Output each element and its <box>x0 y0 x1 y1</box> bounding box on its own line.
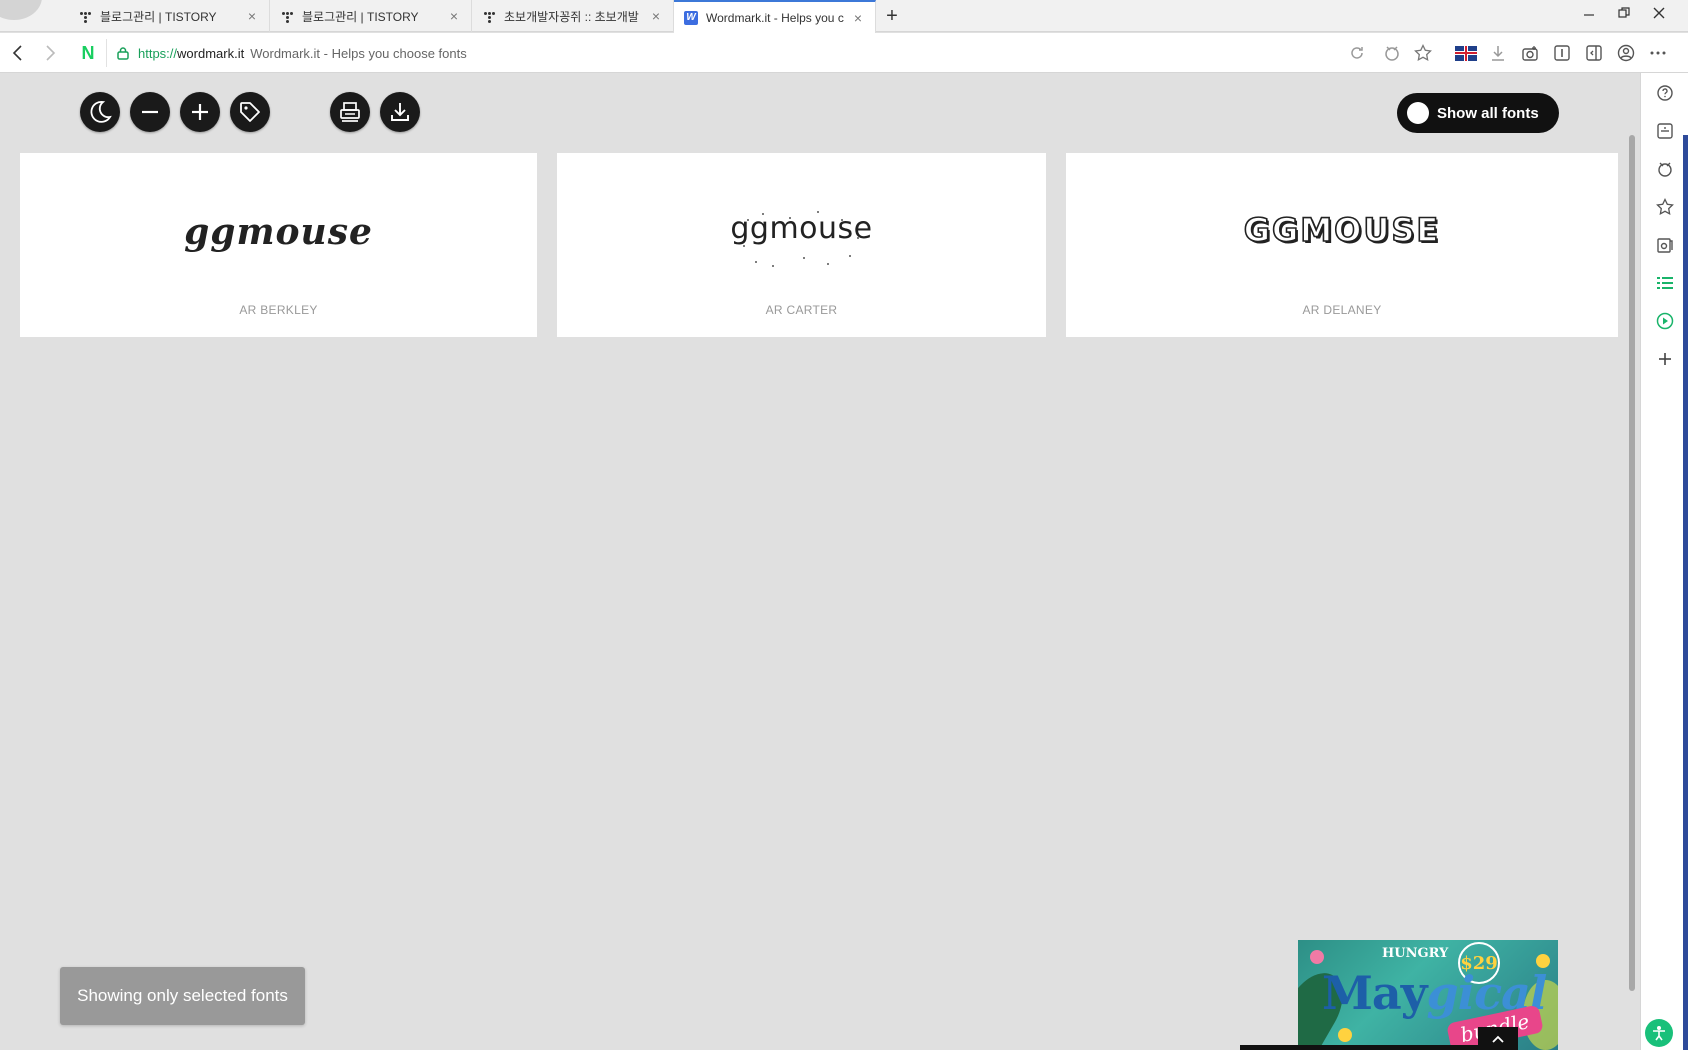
divider <box>106 39 107 67</box>
ad-footer-bar <box>1240 1045 1510 1050</box>
url-scheme: https:// <box>138 45 178 61</box>
close-window-icon[interactable] <box>1642 0 1676 26</box>
translate-flag-icon[interactable] <box>1455 42 1477 64</box>
url-field[interactable]: https:// wordmark.it Wordmark.it - Helps… <box>116 43 467 63</box>
ad-banner[interactable]: HUNGRY $29 Maygical bundle <box>1298 940 1558 1050</box>
tab-tistory-2[interactable]: 블로그관리 | TISTORY × <box>270 0 472 32</box>
lock-icon <box>117 47 129 60</box>
plus-icon <box>192 104 208 120</box>
reload-icon[interactable] <box>1346 42 1368 64</box>
more-menu-icon[interactable] <box>1647 42 1669 64</box>
account-icon[interactable] <box>1615 42 1637 64</box>
page-scrollbar[interactable] <box>1629 135 1635 991</box>
papago-icon[interactable] <box>1653 119 1677 143</box>
tistory-icon <box>78 9 92 23</box>
toggle-label: Show all fonts <box>1437 104 1539 122</box>
font-card-ar-berkley[interactable]: ggmouse AR BERKLEY <box>20 153 537 337</box>
chevron-up-icon <box>1492 1035 1504 1043</box>
increase-size-button[interactable] <box>180 92 220 132</box>
url-host: wordmark.it <box>177 45 245 61</box>
download-button[interactable] <box>380 92 420 132</box>
forward-icon[interactable] <box>38 41 62 65</box>
tab-close-icon[interactable]: × <box>245 8 259 24</box>
tab-close-icon[interactable]: × <box>851 10 865 26</box>
whale-space-icon[interactable] <box>1653 157 1677 181</box>
show-all-fonts-toggle[interactable]: Show all fonts <box>1397 93 1559 133</box>
tag-button[interactable] <box>230 92 270 132</box>
naver-logo[interactable]: N <box>78 42 98 64</box>
tag-icon <box>240 102 260 122</box>
font-sample: GGMOUSE <box>1243 210 1441 250</box>
split-view-icon[interactable] <box>1583 42 1605 64</box>
tab-title: 초보개발자꽁쥐 :: 초보개발 <box>504 9 639 24</box>
play-icon[interactable] <box>1653 309 1677 333</box>
tistory-icon <box>482 9 496 23</box>
ad-brand: HUNGRY <box>1382 946 1449 961</box>
ad-decoration <box>1310 950 1324 964</box>
tab-strip: 블로그관리 | TISTORY × 블로그관리 | TISTORY × 초보개발… <box>0 0 1688 33</box>
sidebar-edge <box>1683 135 1688 1050</box>
whale-icon[interactable] <box>1381 42 1403 64</box>
tab-tistory-3[interactable]: 초보개발자꽁쥐 :: 초보개발 × <box>472 0 674 32</box>
music-icon[interactable] <box>1653 233 1677 257</box>
tab-close-icon[interactable]: × <box>649 8 663 24</box>
tistory-icon <box>280 9 294 23</box>
font-card-ar-delaney[interactable]: GGMOUSE AR DELANEY <box>1066 153 1618 337</box>
wordmark-icon: W <box>684 10 698 25</box>
ad-decoration <box>1338 1028 1352 1042</box>
dark-mode-button[interactable] <box>80 92 120 132</box>
tab-wordmark[interactable]: W Wordmark.it - Helps you c × <box>674 0 876 33</box>
minus-icon <box>142 110 158 114</box>
font-name: AR DELANEY <box>1302 303 1382 317</box>
tab-title: Wordmark.it - Helps you c <box>706 10 844 25</box>
browser-sidebar <box>1640 73 1688 1050</box>
favorites-icon[interactable] <box>1653 195 1677 219</box>
download-icon <box>391 103 409 121</box>
toggle-knob <box>1407 102 1429 124</box>
font-card-ar-carter[interactable]: ggmouse AR CARTER <box>557 153 1046 337</box>
font-sample: ggmouse <box>184 211 373 253</box>
ad-headline-a: May <box>1322 966 1427 1020</box>
font-name: AR BERKLEY <box>239 303 318 317</box>
download-toolbar-icon[interactable] <box>1487 42 1509 64</box>
capture-icon[interactable] <box>1519 42 1541 64</box>
bookmark-star-icon[interactable] <box>1412 42 1434 64</box>
tab-title: 블로그관리 | TISTORY <box>100 9 217 24</box>
tab-tistory-1[interactable]: 블로그관리 | TISTORY × <box>68 0 270 32</box>
url-page-title: Wordmark.it - Helps you choose fonts <box>250 45 467 61</box>
minimize-icon[interactable] <box>1572 0 1606 26</box>
font-name: AR CARTER <box>765 303 838 317</box>
address-bar: N https:// wordmark.it Wordmark.it - Hel… <box>0 33 1688 73</box>
list-icon[interactable] <box>1653 271 1677 295</box>
print-icon <box>340 102 360 122</box>
reader-mode-icon[interactable] <box>1551 42 1573 64</box>
status-toast: Showing only selected fonts <box>60 967 305 1025</box>
accessibility-icon[interactable] <box>1645 1019 1673 1047</box>
search-help-icon[interactable] <box>1653 81 1677 105</box>
tab-close-icon[interactable]: × <box>447 8 461 24</box>
restore-icon[interactable] <box>1607 0 1641 26</box>
moon-icon <box>90 101 112 123</box>
back-icon[interactable] <box>6 41 30 65</box>
new-tab-button[interactable]: + <box>880 4 904 28</box>
font-sample: ggmouse <box>730 211 873 246</box>
print-button[interactable] <box>330 92 370 132</box>
tab-title: 블로그관리 | TISTORY <box>302 9 419 24</box>
browser-logo-corner <box>0 0 46 32</box>
decrease-size-button[interactable] <box>130 92 170 132</box>
add-sidebar-app-icon[interactable] <box>1653 347 1677 371</box>
page-content: Show all fonts ggmouse AR BERKLEY ggmous… <box>0 74 1640 1050</box>
ad-collapse-button[interactable] <box>1478 1027 1518 1050</box>
